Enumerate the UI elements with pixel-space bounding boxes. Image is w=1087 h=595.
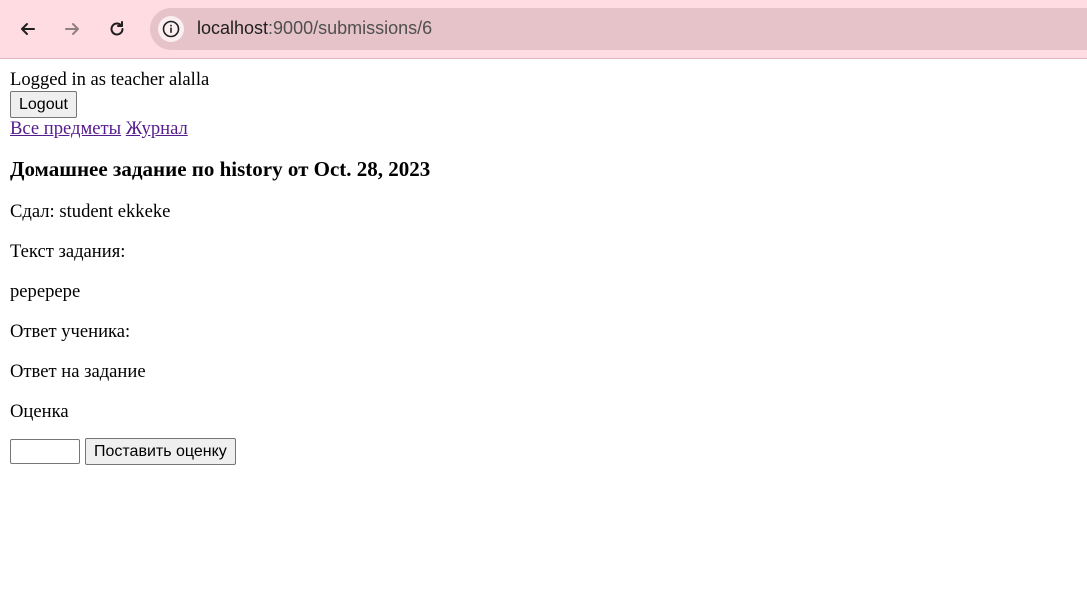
- back-button[interactable]: [12, 13, 44, 45]
- forward-arrow-icon: [65, 23, 79, 35]
- task-text-label: Текст задания:: [10, 241, 126, 262]
- nav-links: Все предметы Журнал: [10, 118, 1087, 140]
- site-info-icon[interactable]: [158, 16, 184, 42]
- submitted-by: Сдал: student ekkeke: [10, 201, 171, 222]
- page-title: Домашнее задание по history от Oct. 28, …: [10, 157, 431, 181]
- logged-in-text: Logged in as teacher alalla: [10, 69, 210, 90]
- task-text: реререре: [10, 281, 81, 302]
- submit-grade-button[interactable]: Поставить оценку: [85, 438, 236, 465]
- grade-label: Оценка: [10, 401, 69, 422]
- student-answer-label: Ответ ученика:: [10, 321, 131, 342]
- reload-button[interactable]: [101, 13, 133, 45]
- grade-form: Поставить оценку: [10, 438, 1087, 465]
- link-all-subjects[interactable]: Все предметы: [10, 118, 121, 139]
- url-path: :9000/submissions/6: [268, 18, 433, 38]
- page-content: Logged in as teacher alalla Logout Все п…: [10, 69, 1087, 465]
- reload-icon: [110, 21, 124, 36]
- student-answer: Ответ на задание: [10, 361, 146, 382]
- browser-toolbar: localhost:9000/submissions/6: [0, 0, 1087, 59]
- forward-button[interactable]: [56, 13, 88, 45]
- logout-button[interactable]: Logout: [10, 91, 77, 118]
- url-host: localhost: [197, 18, 269, 38]
- url-text[interactable]: localhost:9000/submissions/6: [197, 18, 432, 39]
- back-arrow-icon: [21, 23, 35, 35]
- link-journal[interactable]: Журнал: [126, 118, 188, 139]
- address-bar[interactable]: localhost:9000/submissions/6: [150, 8, 1087, 50]
- grade-input[interactable]: [10, 439, 80, 464]
